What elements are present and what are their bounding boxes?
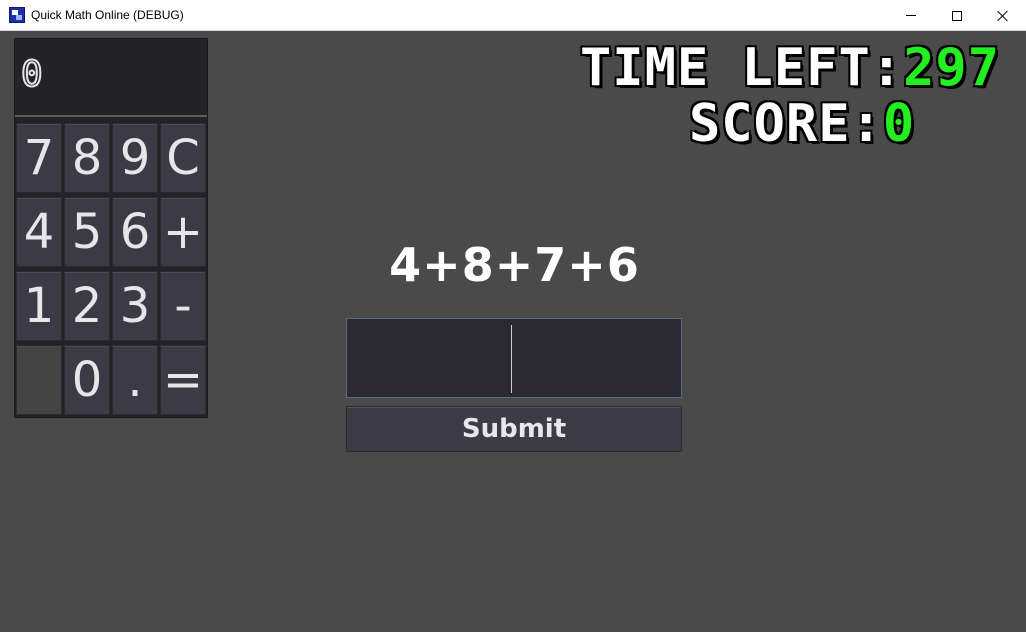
key-7[interactable]: 7 — [16, 123, 62, 193]
close-button[interactable] — [980, 0, 1026, 31]
key-8[interactable]: 8 — [64, 123, 110, 193]
calculator-display-value: 0 — [20, 54, 44, 96]
key-6[interactable]: 6 — [112, 197, 158, 267]
key-2[interactable]: 2 — [64, 271, 110, 341]
key-equals[interactable]: = — [160, 345, 206, 415]
key-0[interactable]: 0 — [64, 345, 110, 415]
key-1[interactable]: 1 — [16, 271, 62, 341]
app-icon — [9, 7, 25, 23]
time-left-row: TIME LEFT: 297 — [580, 40, 1000, 96]
key-minus[interactable]: - — [160, 271, 206, 341]
calculator-panel: 0 7 8 9 C 4 5 6 + 1 2 3 - 0 . = — [14, 38, 208, 418]
calculator-display: 0 — [15, 39, 207, 117]
title-bar: Quick Math Online (DEBUG) — [0, 0, 1026, 31]
key-5[interactable]: 5 — [64, 197, 110, 267]
score-value: 0 — [882, 94, 916, 154]
window-title: Quick Math Online (DEBUG) — [31, 8, 184, 22]
calculator-keypad: 7 8 9 C 4 5 6 + 1 2 3 - 0 . = — [16, 123, 208, 415]
key-decimal[interactable]: . — [112, 345, 158, 415]
key-3[interactable]: 3 — [112, 271, 158, 341]
hud: TIME LEFT: 297 SCORE: 0 — [580, 40, 1000, 152]
key-blank — [16, 345, 62, 415]
key-4[interactable]: 4 — [16, 197, 62, 267]
score-row: SCORE: 0 — [689, 96, 1000, 152]
minimize-icon — [906, 15, 916, 16]
math-problem: 4+8+7+6 — [389, 238, 640, 292]
maximize-icon — [952, 10, 962, 21]
key-9[interactable]: 9 — [112, 123, 158, 193]
time-left-label: TIME LEFT: — [580, 38, 904, 98]
time-left-value: 297 — [903, 38, 1000, 98]
close-icon — [997, 10, 1009, 22]
maximize-button[interactable] — [934, 0, 980, 31]
text-caret — [511, 325, 512, 393]
key-plus[interactable]: + — [160, 197, 206, 267]
score-label: SCORE: — [689, 94, 883, 154]
answer-input[interactable] — [346, 318, 682, 398]
submit-button[interactable]: Submit — [346, 406, 682, 452]
key-clear[interactable]: C — [160, 123, 206, 193]
minimize-button[interactable] — [888, 0, 934, 31]
